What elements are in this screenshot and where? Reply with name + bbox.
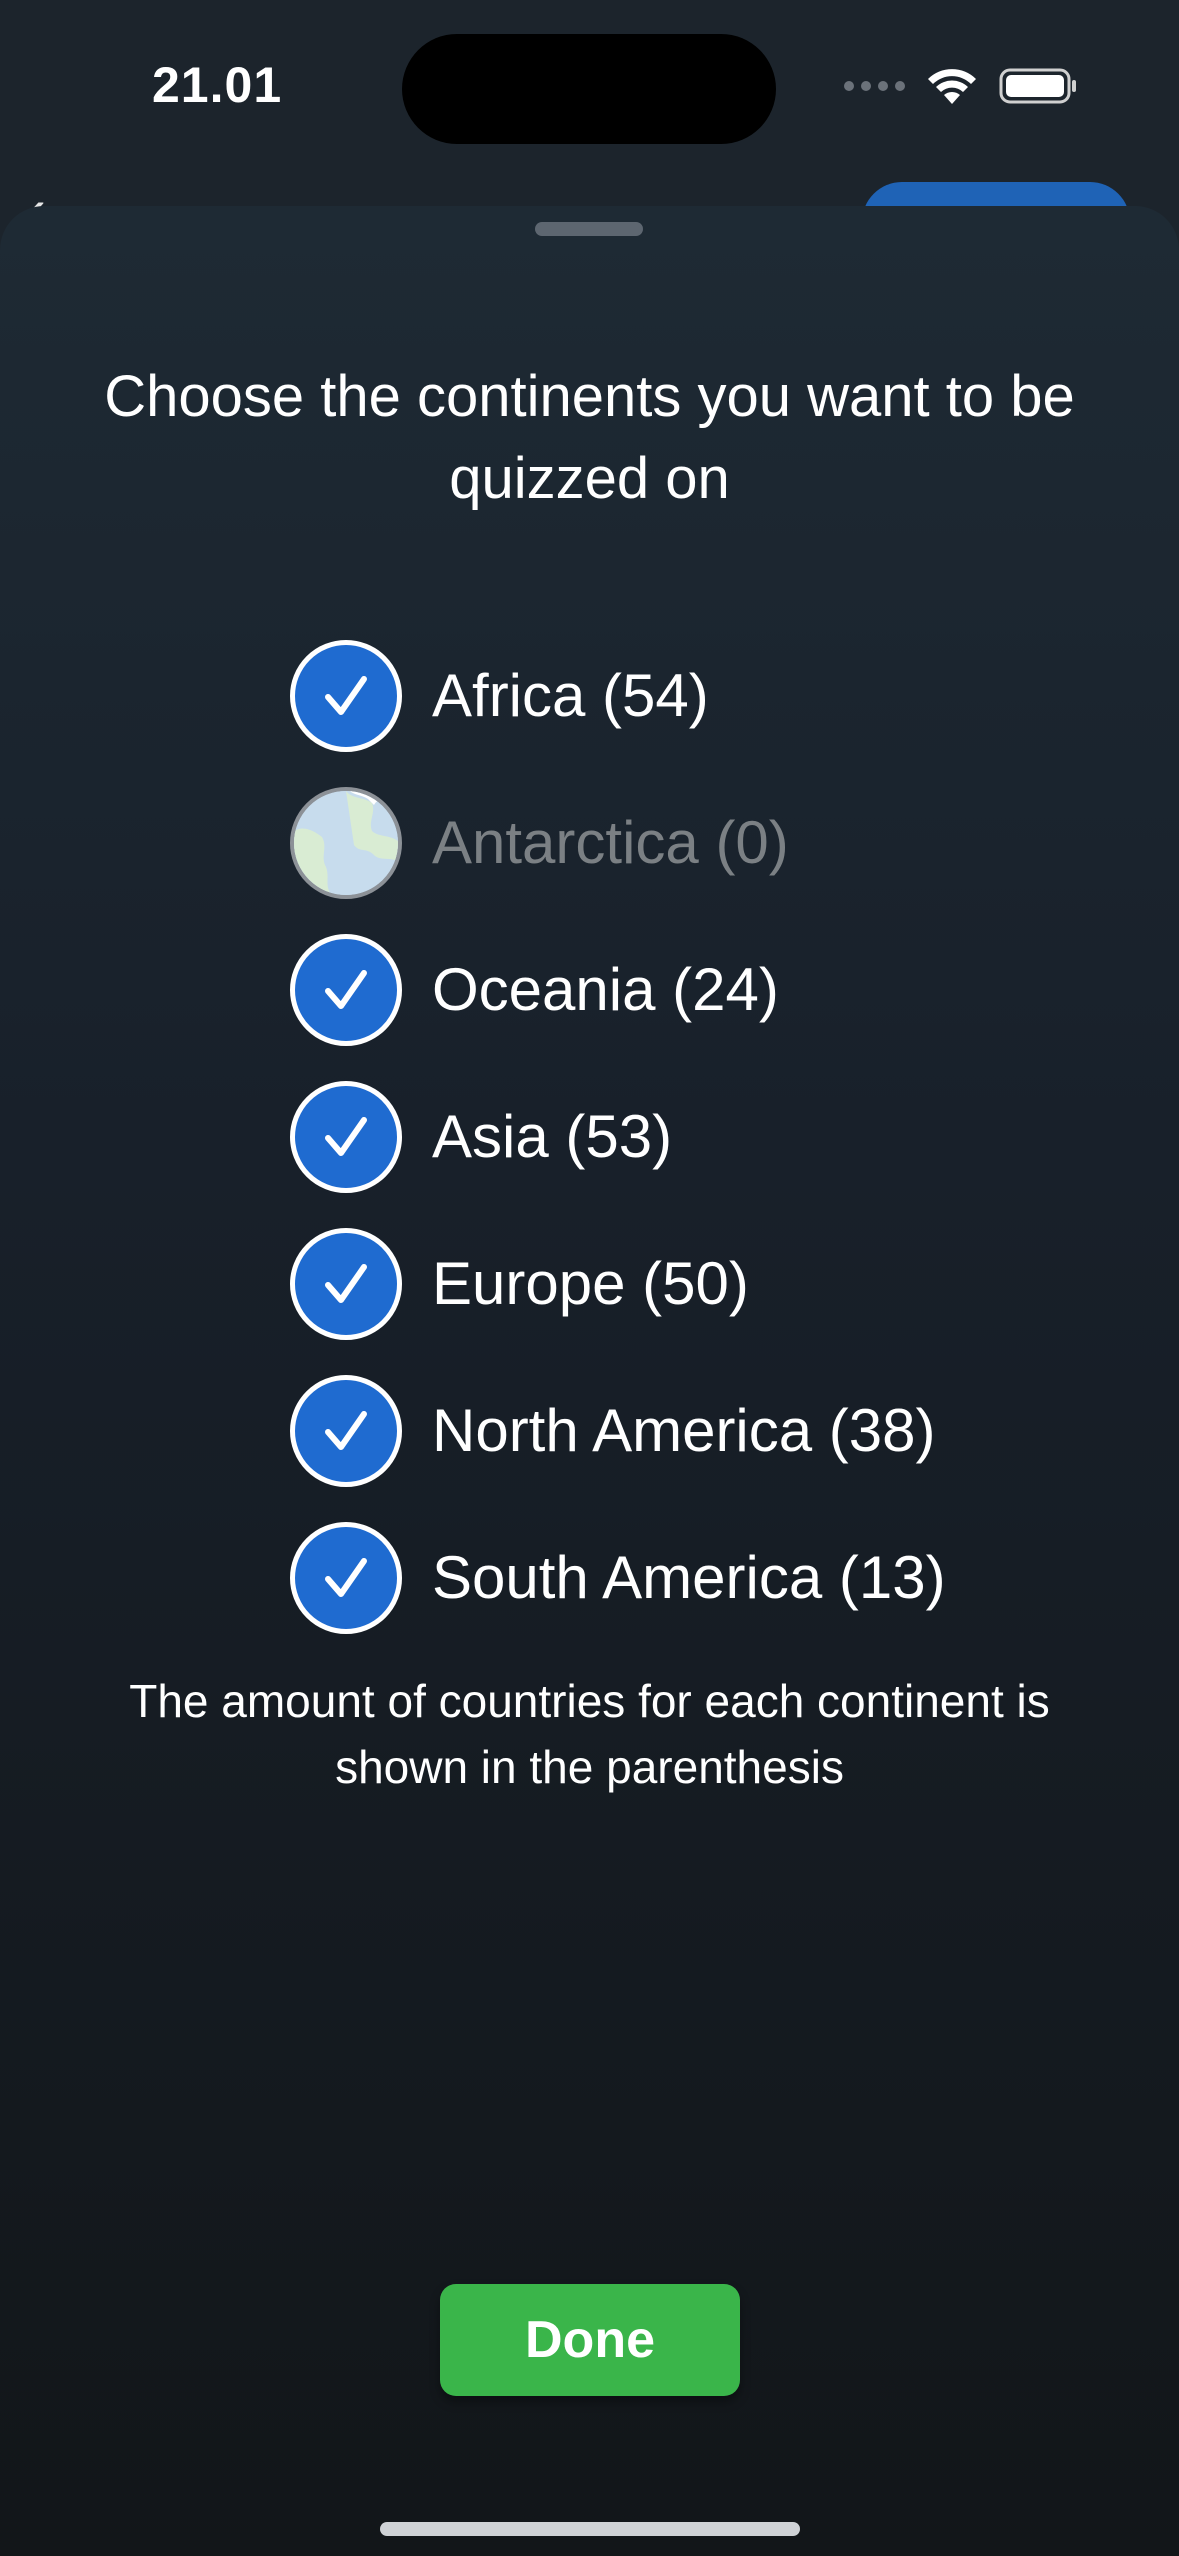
continent-label: Africa (54)	[432, 662, 709, 729]
checkmark-circle-icon[interactable]	[290, 1521, 402, 1634]
globe-icon	[290, 786, 402, 899]
continent-row-antarctica: Antarctica (0)	[290, 769, 1090, 916]
continent-sheet: Choose the continents you want to be qui…	[0, 206, 1179, 2556]
continent-row-europe[interactable]: Europe (50)	[290, 1210, 1090, 1357]
continent-label: Antarctica (0)	[432, 809, 789, 876]
dynamic-island	[402, 34, 776, 144]
continent-label: Asia (53)	[432, 1103, 673, 1170]
cellular-signal-icon	[844, 81, 905, 91]
continent-label: North America (38)	[432, 1397, 936, 1464]
checkmark-circle-icon[interactable]	[290, 1227, 402, 1340]
wifi-icon	[928, 69, 976, 104]
continent-list: Africa (54) Antarctica (0) Oceania (24) …	[290, 622, 1090, 1651]
home-indicator[interactable]	[380, 2522, 800, 2536]
continent-row-oceania[interactable]: Oceania (24)	[290, 916, 1090, 1063]
checkmark-circle-icon[interactable]	[290, 1374, 402, 1487]
screen: 21.01 ‹ Choose the continents you want t…	[0, 0, 1179, 2556]
country-count-note: The amount of countries for each contine…	[129, 1675, 1050, 1793]
sheet-title: Choose the continents you want to be qui…	[104, 364, 1075, 511]
battery-icon	[999, 68, 1076, 104]
done-button[interactable]: Done	[440, 2284, 740, 2396]
continent-row-africa[interactable]: Africa (54)	[290, 622, 1090, 769]
continent-label: South America (13)	[432, 1544, 946, 1611]
continent-row-north-america[interactable]: North America (38)	[290, 1357, 1090, 1504]
status-icons	[844, 64, 1079, 108]
checkmark-circle-icon[interactable]	[290, 1080, 402, 1193]
continent-row-asia[interactable]: Asia (53)	[290, 1063, 1090, 1210]
continent-row-south-america[interactable]: South America (13)	[290, 1504, 1090, 1651]
checkmark-circle-icon[interactable]	[290, 639, 402, 752]
continent-label: Oceania (24)	[432, 956, 779, 1023]
status-time: 21.01	[152, 57, 283, 113]
checkmark-circle-icon[interactable]	[290, 933, 402, 1046]
continent-label: Europe (50)	[432, 1250, 749, 1317]
sheet-grabber[interactable]	[535, 222, 643, 236]
